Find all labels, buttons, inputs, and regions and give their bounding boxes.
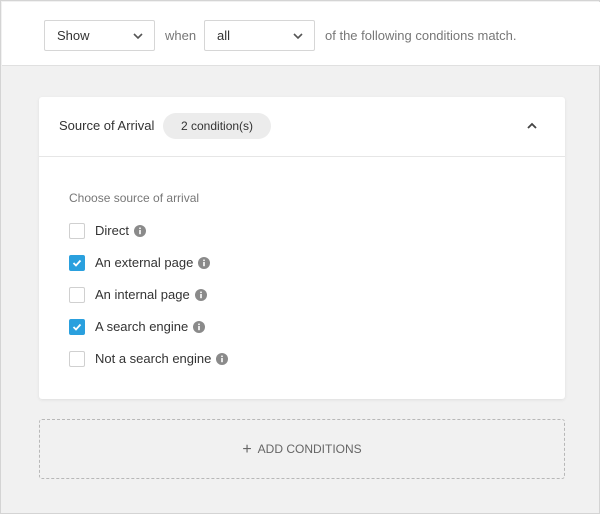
chevron-down-icon [133, 33, 143, 40]
checkmark-icon [72, 259, 82, 267]
add-conditions-button[interactable]: + ADD CONDITIONS [39, 419, 565, 479]
card-title: Source of Arrival [59, 118, 155, 133]
info-icon[interactable] [194, 288, 207, 301]
plus-icon: + [242, 441, 252, 458]
option-label: A search engine [95, 319, 189, 334]
when-text: when [165, 28, 197, 43]
checkmark-icon [72, 323, 82, 331]
chevron-up-icon[interactable] [525, 119, 539, 133]
option-label: An external page [95, 255, 194, 270]
card-header[interactable]: Source of Arrival 2 condition(s) [39, 97, 565, 157]
info-icon[interactable] [193, 320, 206, 333]
condition-rule-bar: Show when all of the following condition… [2, 2, 600, 66]
option-label: An internal page [95, 287, 190, 302]
match-select-value: all [217, 28, 231, 43]
add-conditions-label: ADD CONDITIONS [257, 442, 362, 456]
conditions-suffix-text: of the following conditions match. [325, 28, 517, 43]
action-select[interactable]: Show [44, 20, 155, 51]
info-icon[interactable] [133, 224, 146, 237]
action-select-value: Show [57, 28, 90, 43]
condition-count-badge: 2 condition(s) [163, 113, 272, 139]
source-of-arrival-card: Source of Arrival 2 condition(s) Choose … [39, 97, 565, 399]
conditions-panel: Show when all of the following condition… [0, 0, 600, 514]
info-icon[interactable] [198, 256, 211, 269]
checkbox-checked[interactable] [69, 319, 85, 335]
checkbox-checked[interactable] [69, 255, 85, 271]
checkbox[interactable] [69, 223, 85, 239]
info-icon[interactable] [216, 352, 229, 365]
option-label: Direct [95, 223, 129, 238]
match-select[interactable]: all [204, 20, 315, 51]
option-label: Not a search engine [95, 351, 212, 366]
checkbox[interactable] [69, 351, 85, 367]
checkbox[interactable] [69, 287, 85, 303]
section-label: Choose source of arrival [69, 191, 200, 205]
chevron-down-icon [293, 33, 303, 40]
